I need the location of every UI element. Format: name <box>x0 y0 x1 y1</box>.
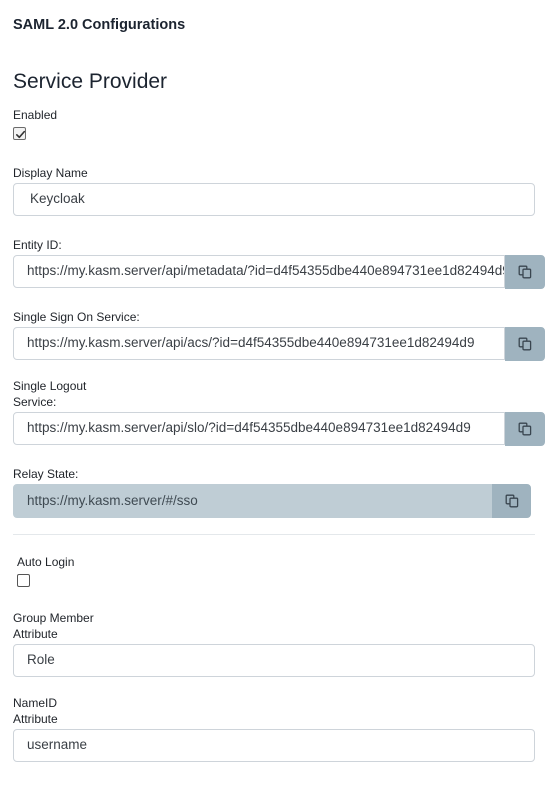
copy-slo-service-button[interactable] <box>505 412 545 446</box>
nameid-attribute-label-line1: NameID <box>13 696 58 710</box>
group-member-attribute-input[interactable]: Role <box>13 644 535 677</box>
slo-service-label-line2: Service: <box>13 395 57 409</box>
slo-service-label-line1: Single Logout <box>13 379 87 393</box>
nameid-attribute-label-line2: Attribute <box>13 712 58 726</box>
sso-service-label: Single Sign On Service: <box>13 310 140 324</box>
auto-login-checkbox[interactable] <box>17 574 30 587</box>
entity-id-label: Entity ID: <box>13 238 62 252</box>
group-member-attribute-label-line1: Group Member <box>13 611 94 625</box>
display-name-input[interactable]: Keycloak <box>13 183 535 216</box>
auto-login-label: Auto Login <box>17 555 75 569</box>
entity-id-input[interactable]: https://my.kasm.server/api/metadata/?id=… <box>13 255 505 288</box>
checkmark-icon <box>16 130 26 139</box>
copy-entity-id-button[interactable] <box>505 255 545 289</box>
enabled-checkbox[interactable] <box>13 127 26 140</box>
copy-relay-state-button[interactable] <box>492 484 531 518</box>
nameid-attribute-input[interactable]: username <box>13 729 535 762</box>
copy-sso-service-button[interactable] <box>505 327 545 361</box>
sso-service-input[interactable]: https://my.kasm.server/api/acs/?id=d4f54… <box>13 327 505 360</box>
copy-icon <box>505 494 519 508</box>
relay-state-input[interactable]: https://my.kasm.server/#/sso <box>13 484 492 518</box>
enabled-label: Enabled <box>13 108 58 122</box>
group-member-attribute-label-line2: Attribute <box>13 627 58 641</box>
section-title: Service Provider <box>13 70 168 93</box>
copy-icon <box>518 422 532 436</box>
page-title: SAML 2.0 Configurations <box>13 17 186 33</box>
copy-icon <box>518 265 532 279</box>
copy-icon <box>518 337 532 351</box>
section-divider <box>13 534 535 535</box>
slo-service-input[interactable]: https://my.kasm.server/api/slo/?id=d4f54… <box>13 412 505 445</box>
display-name-label: Display Name <box>13 166 88 180</box>
relay-state-label: Relay State: <box>13 467 79 481</box>
